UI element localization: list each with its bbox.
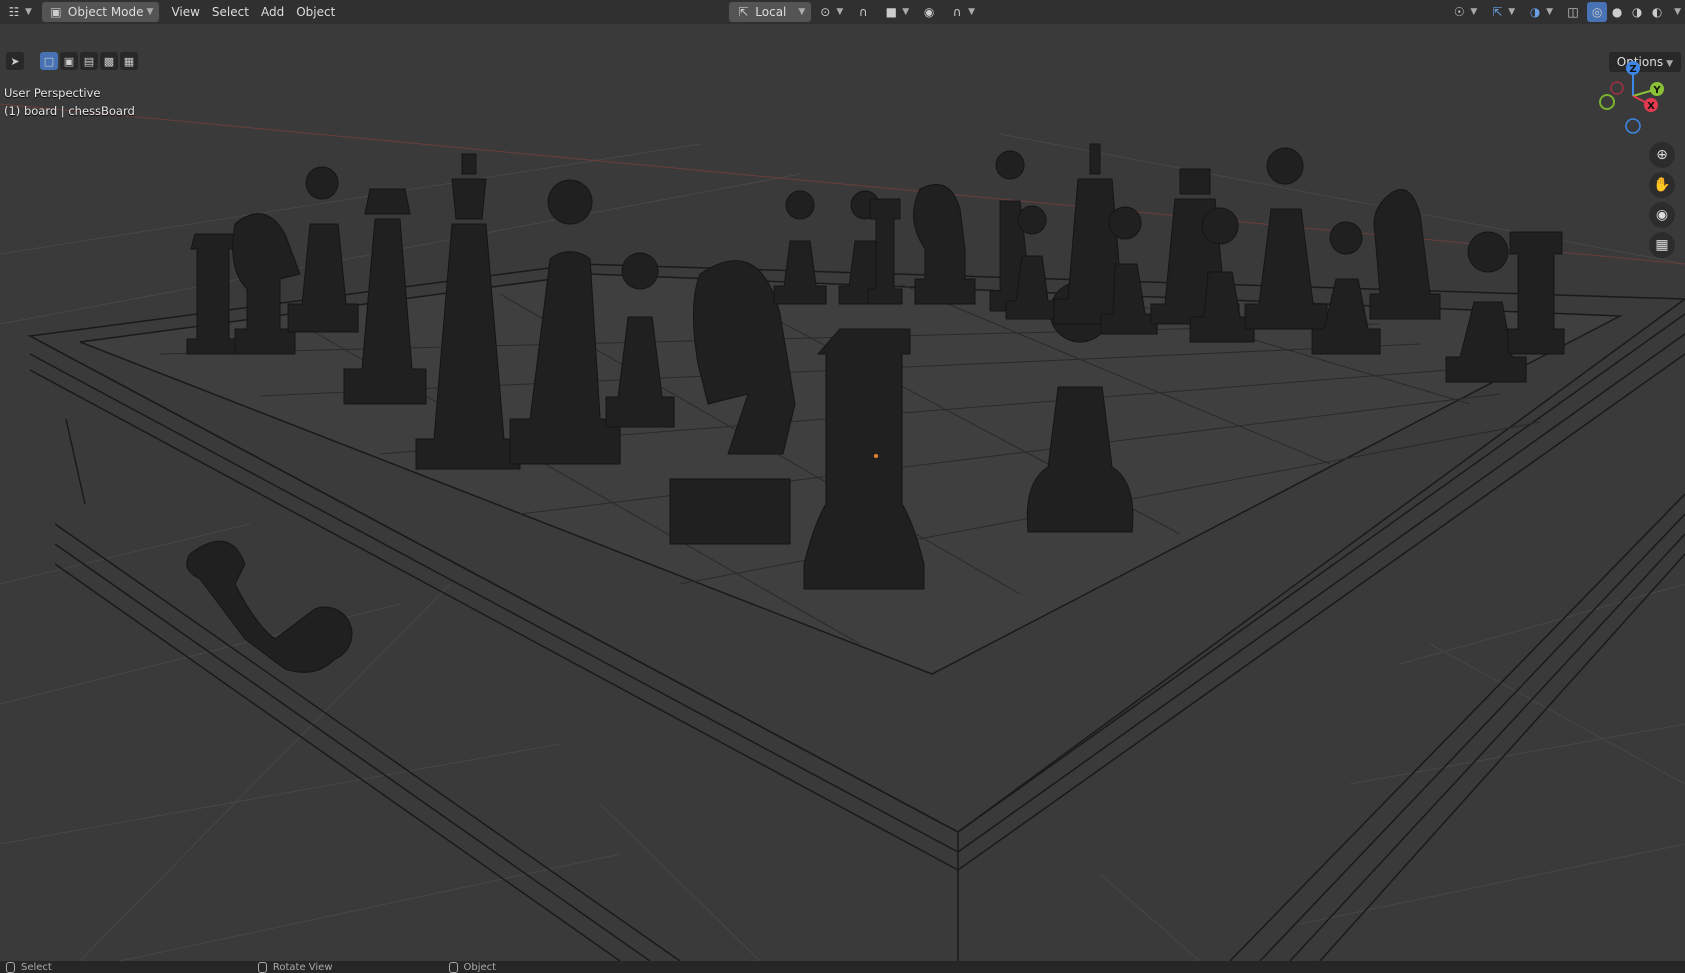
chevron-down-icon: ▼ (798, 7, 806, 17)
gizmo-toggle[interactable]: ⇱ ▼ (1483, 2, 1521, 22)
scene-render (0, 103, 1685, 961)
shading-rendered-button[interactable]: ◐ (1647, 2, 1667, 22)
transform-orientation-label: Local (755, 5, 787, 19)
pivot-icon: ⊙ (820, 5, 831, 19)
xray-icon: ◫ (1567, 5, 1579, 19)
blender-window: ☷ ▼ ▣ Object Mode ▼ View Select Add Objec… (0, 0, 1685, 973)
select-extend-icon: ▣ (63, 54, 75, 68)
status-rotate: Rotate View (252, 961, 333, 973)
status-select: Select (0, 961, 52, 973)
3d-viewport[interactable]: ➤ □ ▣ ▤ ▩ ▦ Options ▼ User Perspective (1… (0, 24, 1685, 961)
left-mouse-icon (6, 961, 15, 973)
xray-toggle[interactable]: ◫ (1559, 2, 1587, 22)
viewport-info: User Perspective (1) board | chessBoard (4, 84, 135, 120)
shading-solid-button[interactable]: ● (1607, 2, 1627, 22)
falloff-curve-icon: ∩ (952, 5, 962, 19)
grid-icon: ▦ (1655, 237, 1669, 253)
ortho-toggle-button[interactable]: ▦ (1649, 232, 1675, 258)
object-mode-icon: ▣ (50, 5, 62, 19)
status-rotate-label: Rotate View (272, 961, 333, 973)
select-invert-button[interactable]: ▩ (100, 52, 118, 70)
snap-increment-icon: ■ (885, 5, 897, 19)
cursor-icon: ➤ (10, 54, 20, 68)
select-extend-button[interactable]: ▣ (60, 52, 78, 70)
chevron-down-icon: ▼ (1508, 7, 1516, 17)
proportional-falloff-button[interactable]: ∩ ▼ (943, 2, 981, 22)
neg-y-handle[interactable] (1599, 94, 1615, 110)
overlays-icon: ◑ (1529, 5, 1541, 19)
status-bar: Select Rotate View Object (0, 961, 1685, 973)
rendered-shading-icon: ◐ (1651, 5, 1663, 19)
chevron-down-icon: ▼ (902, 7, 910, 17)
zoom-icon: ⊕ (1656, 147, 1668, 163)
chevron-down-icon: ▼ (25, 7, 32, 17)
visibility-selector[interactable]: ☉ ▼ (1445, 2, 1483, 22)
chevron-down-icon: ▼ (1674, 7, 1681, 17)
select-intersect-button[interactable]: ▦ (120, 52, 138, 70)
solid-shading-icon: ● (1611, 5, 1623, 19)
wireframe-shading-icon: ◎ (1591, 5, 1603, 19)
zoom-button[interactable]: ⊕ (1649, 142, 1675, 168)
proportional-edit-toggle[interactable]: ◉ (915, 2, 943, 22)
pivot-point-button[interactable]: ⊙ ▼ (811, 2, 849, 22)
y-label: Y (1652, 85, 1661, 96)
shading-wireframe-button[interactable]: ◎ (1587, 2, 1608, 22)
eye-icon: ☉ (1453, 5, 1465, 19)
navigation-gizmo[interactable]: Z Y X (1595, 56, 1675, 136)
status-object: Object (443, 961, 497, 973)
select-subtract-button[interactable]: ▤ (80, 52, 98, 70)
tool-gap (26, 52, 38, 70)
select-invert-icon: ▩ (103, 54, 115, 68)
transform-orientation-selector[interactable]: ⇱ Local ▼ (729, 2, 812, 22)
selection-tools: ➤ □ ▣ ▤ ▩ ▦ (6, 52, 138, 70)
menu-add[interactable]: Add (255, 2, 290, 22)
chevron-down-icon: ▼ (146, 7, 154, 17)
menu-view[interactable]: View (165, 2, 205, 22)
pan-button[interactable]: ✋ (1649, 172, 1675, 198)
chevron-down-icon: ▼ (968, 7, 976, 17)
gizmo-icon: ⇱ (1492, 5, 1503, 19)
hand-icon: ✋ (1653, 177, 1671, 193)
3d-viewport-icon: ☷ (8, 5, 20, 19)
shading-options-button[interactable]: ▼ (1667, 2, 1685, 22)
active-object-label: (1) board | chessBoard (4, 104, 135, 118)
neg-z-handle[interactable] (1625, 118, 1641, 134)
neg-x-handle[interactable] (1610, 81, 1624, 95)
mode-selector[interactable]: ▣ Object Mode ▼ (41, 2, 160, 22)
middle-mouse-icon (257, 961, 267, 973)
camera-icon: ◉ (1655, 207, 1669, 223)
select-subtract-icon: ▤ (83, 54, 95, 68)
magnet-icon: ∩ (858, 5, 868, 19)
select-tool-button[interactable]: ➤ (6, 52, 24, 70)
perspective-label: User Perspective (4, 86, 101, 100)
right-mouse-icon (448, 961, 458, 973)
proportional-edit-icon: ◉ (923, 5, 935, 19)
menu-select[interactable]: Select (206, 2, 255, 22)
select-new-button[interactable]: □ (40, 52, 58, 70)
mode-label: Object Mode (67, 5, 144, 19)
orientation-icon: ⇱ (738, 5, 749, 19)
x-label: X (1647, 101, 1655, 112)
snap-target-button[interactable]: ■ ▼ (877, 2, 915, 22)
overlays-toggle[interactable]: ◑ ▼ (1521, 2, 1559, 22)
snap-toggle[interactable]: ∩ (849, 2, 877, 22)
editor-type-button[interactable]: ☷ ▼ (0, 2, 38, 22)
shading-material-button[interactable]: ◑ (1627, 2, 1647, 22)
menu-object[interactable]: Object (290, 2, 341, 22)
chevron-down-icon: ▼ (836, 7, 844, 17)
z-label: Z (1629, 64, 1636, 75)
status-select-label: Select (21, 961, 52, 973)
chevron-down-icon: ▼ (1470, 7, 1478, 17)
status-object-label: Object (463, 961, 497, 973)
camera-view-button[interactable]: ◉ (1649, 202, 1675, 228)
select-new-icon: □ (43, 54, 55, 68)
select-intersect-icon: ▦ (123, 54, 135, 68)
chevron-down-icon: ▼ (1546, 7, 1554, 17)
object-origin-dot (874, 454, 878, 458)
viewport-header: ☷ ▼ ▣ Object Mode ▼ View Select Add Objec… (0, 0, 1685, 24)
material-shading-icon: ◑ (1631, 5, 1643, 19)
